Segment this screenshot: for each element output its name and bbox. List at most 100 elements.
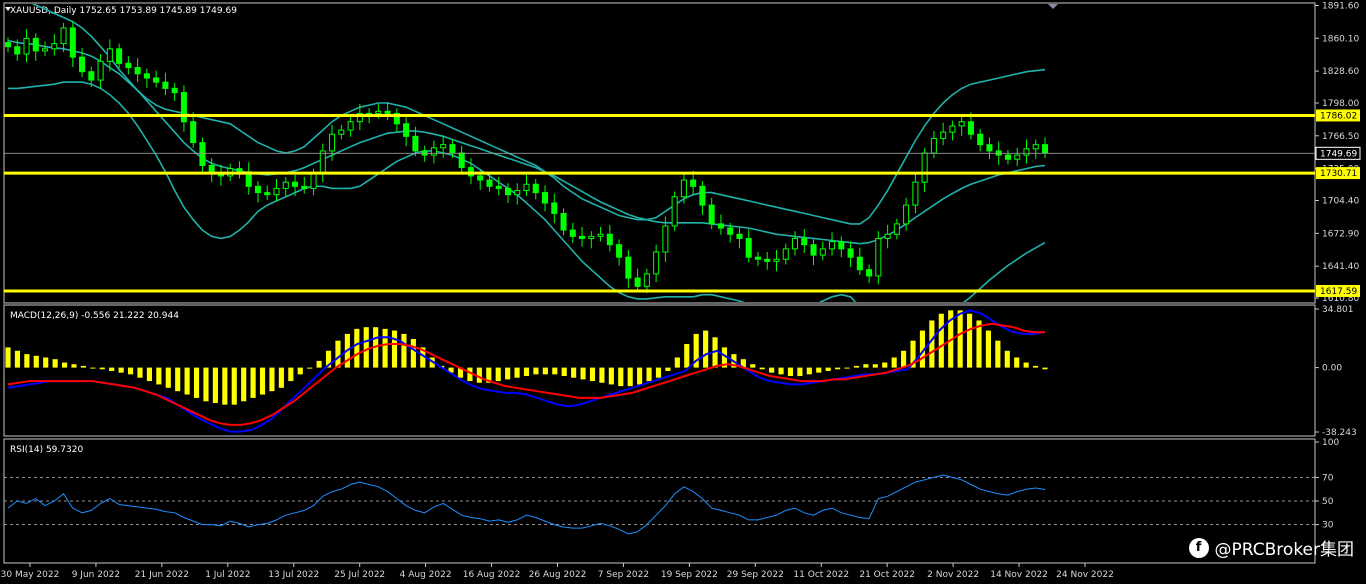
candle-body: [143, 73, 150, 79]
candle-body: [42, 48, 49, 52]
macd-histogram-bar: [1042, 367, 1048, 370]
candle-body: [930, 137, 937, 154]
date-tick-label: 2 Nov 2022: [927, 570, 979, 580]
candle-body: [829, 241, 836, 250]
macd-histogram-bar: [109, 367, 115, 371]
macd-histogram-bar: [278, 367, 284, 388]
candle-body: [458, 152, 465, 169]
macd-histogram-bar: [872, 364, 878, 368]
candle-body: [514, 190, 521, 196]
macd-histogram-bar: [33, 355, 39, 368]
macd-histogram-bar: [193, 367, 200, 398]
macd-histogram-bar: [505, 367, 511, 380]
candle-body: [69, 27, 76, 58]
candle-body: [745, 237, 752, 258]
candle-body: [884, 233, 891, 239]
candle-body: [162, 81, 169, 89]
candle-body: [236, 168, 243, 173]
macd-histogram-bar: [382, 328, 388, 368]
macd-histogram-bar: [580, 367, 586, 380]
candle-body: [856, 256, 863, 271]
candle-body: [319, 150, 326, 175]
candle-body: [171, 87, 178, 94]
candle-body: [977, 133, 984, 146]
macd-histogram-bar: [137, 367, 143, 378]
macd-histogram-bar: [599, 367, 605, 383]
macd-histogram-bar: [401, 333, 407, 368]
date-tick-label: 4 Aug 2022: [400, 570, 452, 580]
candle-body: [134, 67, 141, 75]
macd-histogram-bar: [52, 359, 58, 368]
macd-histogram-bar: [1004, 350, 1010, 368]
candle-body: [875, 237, 882, 277]
candle-body: [449, 144, 456, 154]
candle-body: [60, 27, 67, 45]
macd-histogram-bar: [665, 367, 671, 371]
date-tick-label: 19 Sep 2022: [661, 570, 718, 580]
macd-histogram-bar: [241, 367, 247, 402]
macd-histogram-bar: [901, 350, 907, 368]
macd-histogram-bar: [222, 367, 228, 405]
macd-histogram-bar: [307, 367, 313, 369]
candle-body: [653, 251, 660, 275]
candle-body: [32, 37, 39, 52]
macd-tick-label: 34.801: [1322, 305, 1354, 315]
macd-histogram-bar: [825, 367, 831, 371]
candle-body: [347, 121, 354, 131]
candle-body: [810, 244, 817, 256]
macd-histogram-bar: [363, 327, 369, 368]
macd-histogram-bar: [853, 365, 860, 368]
macd-histogram-bar: [674, 357, 680, 368]
candle-body: [541, 192, 549, 204]
macd-tick-label: 0.00: [1322, 364, 1342, 374]
macd-histogram-bar: [61, 362, 68, 368]
macd-histogram-bar: [957, 310, 963, 368]
candle-body: [671, 196, 678, 227]
macd-histogram-bar: [627, 367, 633, 387]
macd-histogram-bar: [684, 344, 690, 368]
candle-body: [14, 46, 21, 55]
candle-body: [949, 125, 956, 133]
macd-histogram-bar: [43, 357, 49, 368]
candle-body: [477, 175, 484, 181]
candle-body: [551, 202, 558, 214]
macd-histogram-bar: [787, 367, 794, 377]
candle-body: [384, 110, 391, 114]
rsi-tick-label: 30: [1322, 521, 1334, 531]
macd-histogram-bar: [523, 367, 530, 377]
candle-body: [486, 179, 493, 187]
candle-body: [403, 123, 410, 137]
candle-body: [754, 256, 761, 260]
candle-body: [199, 142, 206, 167]
macd-histogram-bar: [967, 313, 973, 368]
macd-histogram-bar: [571, 367, 577, 378]
macd-histogram-bar: [391, 330, 398, 368]
candle-body: [893, 223, 900, 235]
watermark: f @PRCBroker集团: [1188, 535, 1354, 560]
macd-histogram-bar: [156, 367, 162, 385]
price-panel-title: XAUUSD,,Daily 1752.65 1753.89 1745.89 17…: [10, 6, 237, 16]
candle-body: [958, 121, 965, 127]
macd-histogram-bar: [231, 367, 237, 405]
trading-chart: XAUUSD,,Daily 1752.65 1753.89 1745.89 17…: [0, 0, 1366, 584]
macd-histogram-bar: [146, 367, 152, 382]
macd-histogram-bar: [80, 365, 86, 368]
candle-body: [699, 185, 706, 206]
candle-body: [1032, 144, 1039, 150]
candle-body: [782, 248, 789, 260]
macd-histogram-bar: [175, 367, 181, 392]
macd-histogram-bar: [71, 364, 77, 368]
date-tick-label: 30 May 2022: [1, 570, 60, 580]
macd-histogram-bar: [1023, 362, 1029, 368]
macd-histogram-bar: [844, 367, 850, 369]
candle-body: [569, 229, 576, 237]
macd-histogram-bar: [212, 367, 218, 403]
candle-body: [430, 147, 437, 156]
candle-body: [310, 173, 317, 189]
macd-tick-label: -38.243: [1322, 428, 1357, 438]
candle-body: [625, 256, 632, 279]
macd-histogram-bar: [797, 367, 803, 377]
candle-body: [273, 187, 280, 196]
candle-body: [79, 56, 86, 73]
candle-body: [125, 62, 132, 69]
